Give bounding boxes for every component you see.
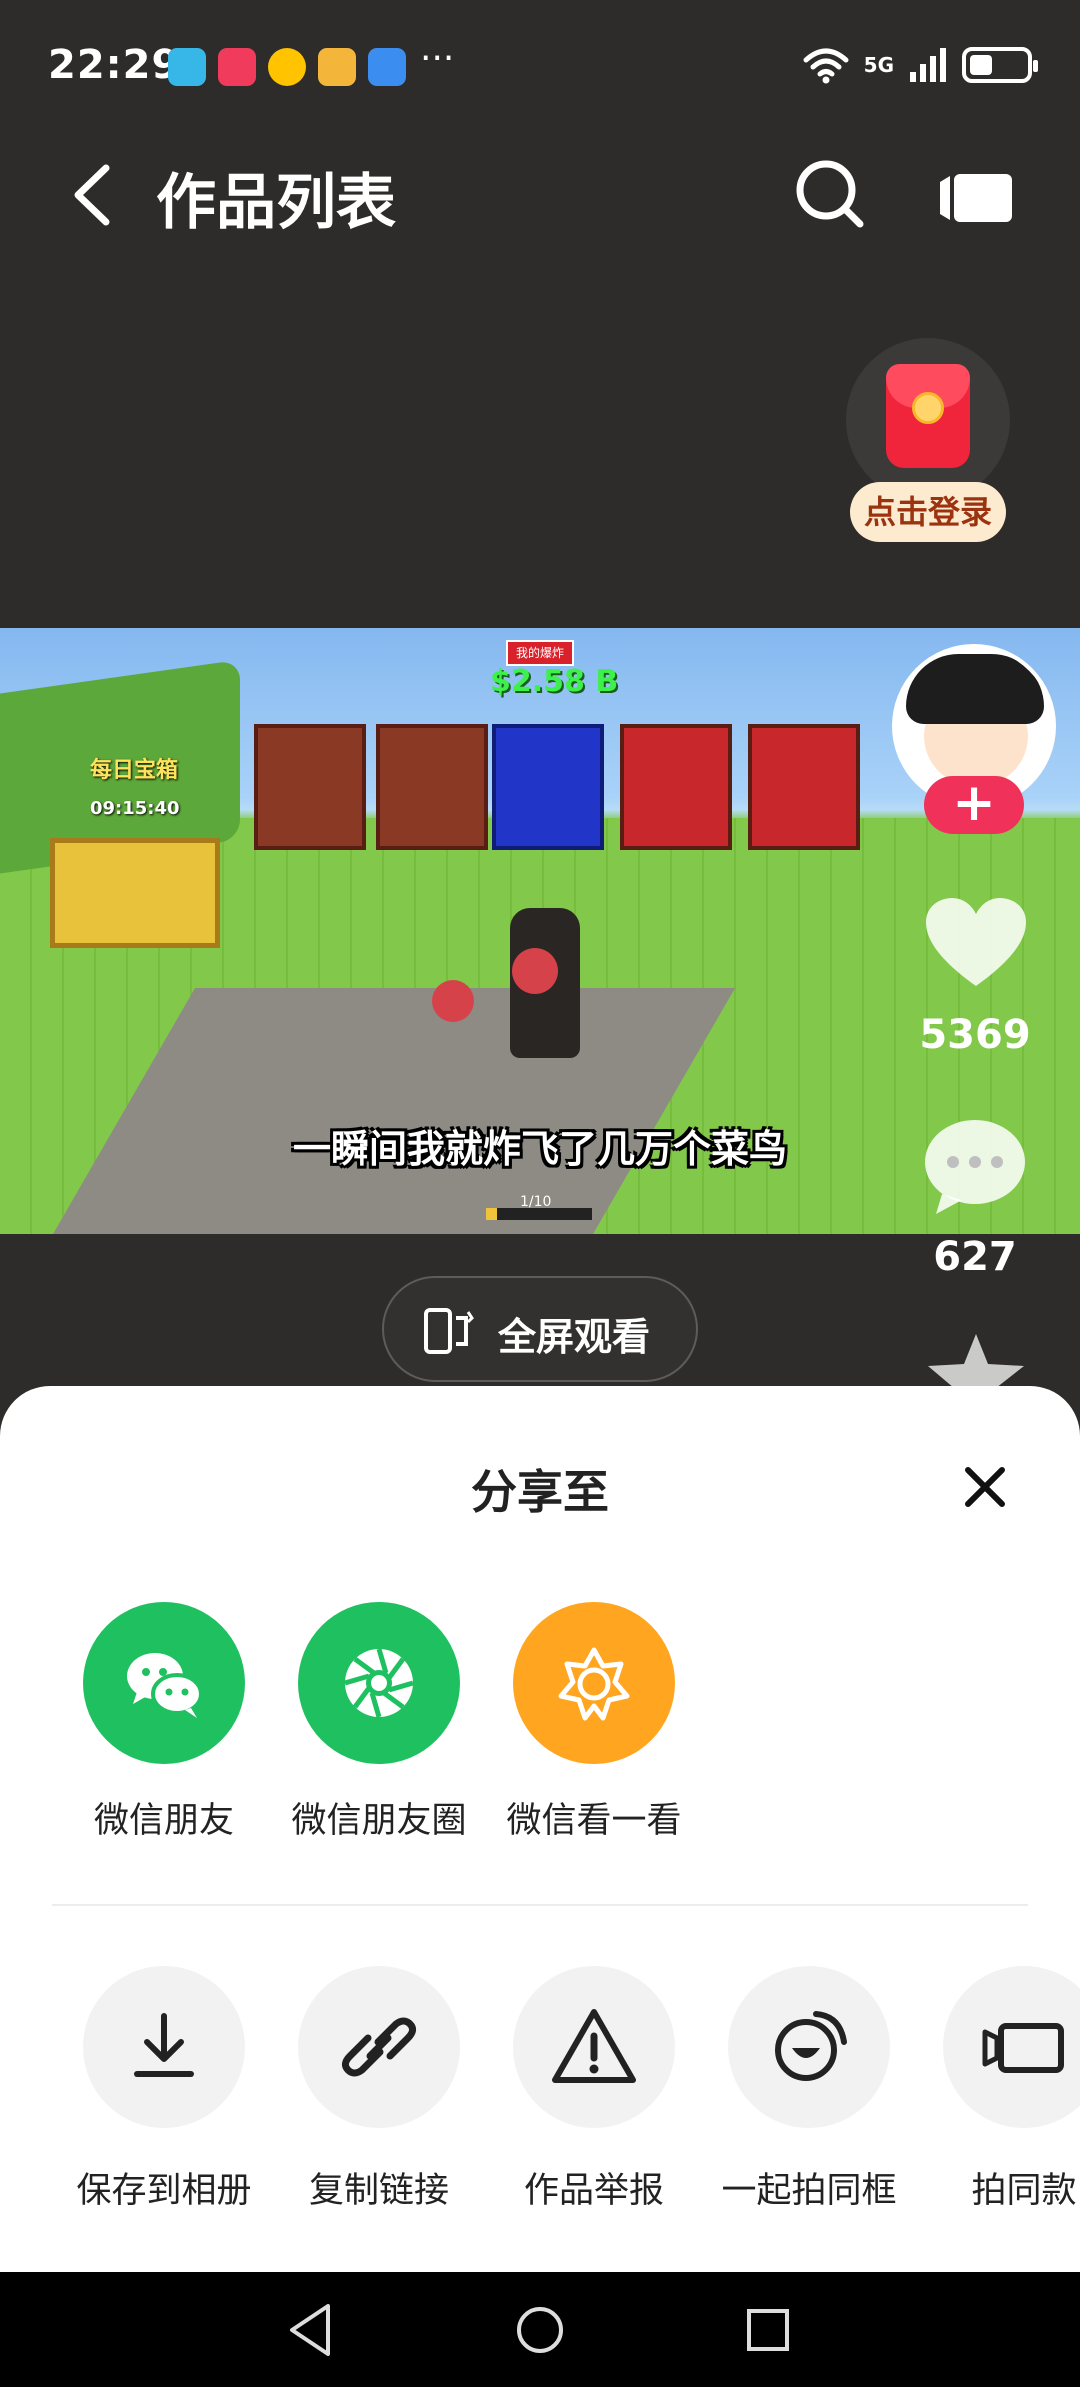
rotate-screen-icon — [424, 1308, 474, 1354]
close-icon[interactable] — [960, 1462, 1010, 1512]
status-right-icons: 5G — [802, 46, 1038, 84]
duet-button[interactable]: 一起拍同框 — [699, 1966, 919, 2213]
action-label: 作品举报 — [523, 2171, 664, 2211]
share-label: 微信朋友 — [93, 1801, 234, 1841]
video-chest-timer: 09:15:40 — [90, 798, 180, 819]
network-type: 5G — [863, 53, 894, 77]
like-count: 5369 — [919, 1012, 1031, 1058]
battery-icon — [962, 47, 1038, 83]
share-wechat-moments[interactable]: 微信朋友圈 — [274, 1602, 484, 1843]
status-more-indicator: ··· — [420, 38, 455, 79]
report-button[interactable]: 作品举报 — [484, 1966, 704, 2213]
system-nav-bar — [0, 2272, 1080, 2387]
red-packet-button[interactable] — [846, 338, 1010, 502]
warning-icon — [513, 1966, 675, 2128]
reader-app-icon — [168, 48, 206, 86]
share-label: 微信看一看 — [506, 1801, 682, 1841]
comment-icon[interactable] — [922, 1116, 1028, 1216]
action-label: 拍同款 — [971, 2171, 1077, 2211]
share-sheet-title: 分享至 — [471, 1465, 609, 1519]
shoot-same-button[interactable]: 拍同款 — [914, 1966, 1080, 2213]
heart-icon[interactable] — [924, 896, 1028, 992]
search-icon[interactable] — [790, 154, 870, 234]
share-wechat-look[interactable]: 微信看一看 — [489, 1602, 699, 1843]
meituan-app-icon — [268, 48, 306, 86]
video-top-badge: 我的爆炸 — [506, 640, 574, 666]
video-camera-icon[interactable] — [936, 158, 1016, 238]
wechat-look-icon — [513, 1602, 675, 1764]
top-header: 作品列表 — [0, 140, 1080, 250]
moments-icon — [298, 1602, 460, 1764]
star-icon[interactable] — [924, 1334, 1028, 1394]
video-progress-fill — [486, 1208, 497, 1220]
video-camera-icon — [943, 1966, 1080, 2128]
page-title: 作品列表 — [156, 168, 396, 238]
fullscreen-label: 全屏观看 — [498, 1315, 651, 1359]
nav-home-icon[interactable] — [510, 2300, 570, 2360]
save-to-album-button[interactable]: 保存到相册 — [54, 1966, 274, 2213]
nav-recents-icon[interactable] — [738, 2300, 798, 2360]
link-icon — [298, 1966, 460, 2128]
video-money-label: $2.58 B — [490, 664, 619, 699]
fullscreen-button[interactable]: 全屏观看 — [382, 1276, 698, 1382]
video-chest-label: 每日宝箱 — [90, 758, 179, 783]
status-app-icons — [168, 48, 406, 86]
wifi-icon — [803, 48, 849, 84]
action-label: 复制链接 — [308, 2171, 449, 2211]
status-bar: 22:29 ··· 5G — [0, 0, 1080, 130]
wechat-icon — [83, 1602, 245, 1764]
signal-icon — [910, 48, 946, 82]
download-icon — [83, 1966, 245, 2128]
share-label: 微信朋友圈 — [291, 1801, 467, 1841]
video-progress-label: 1/10 — [520, 1194, 552, 1210]
shield-app-icon — [368, 48, 406, 86]
action-label: 保存到相册 — [76, 2171, 252, 2211]
game-app-icon — [318, 48, 356, 86]
duet-icon — [728, 1966, 890, 2128]
share-sheet-divider — [52, 1904, 1028, 1906]
login-button[interactable]: 点击登录 — [850, 482, 1006, 542]
share-wechat-friend[interactable]: 微信朋友 — [59, 1602, 269, 1843]
nav-back-icon[interactable] — [282, 2300, 342, 2360]
video-app-icon — [218, 48, 256, 86]
follow-button[interactable]: + — [924, 776, 1024, 834]
share-sheet: 分享至 微信朋友 微信朋友圈 微信看一看 保存到相册 复制链接 作品举报 一起拍… — [0, 1386, 1080, 2272]
action-label: 一起拍同框 — [721, 2171, 897, 2211]
chevron-left-icon[interactable] — [60, 160, 130, 230]
status-time: 22:29 — [48, 42, 181, 88]
copy-link-button[interactable]: 复制链接 — [269, 1966, 489, 2213]
video-subtitle: 一瞬间我就炸飞了几万个菜鸟 — [292, 1127, 787, 1171]
comment-count: 627 — [933, 1234, 1017, 1280]
